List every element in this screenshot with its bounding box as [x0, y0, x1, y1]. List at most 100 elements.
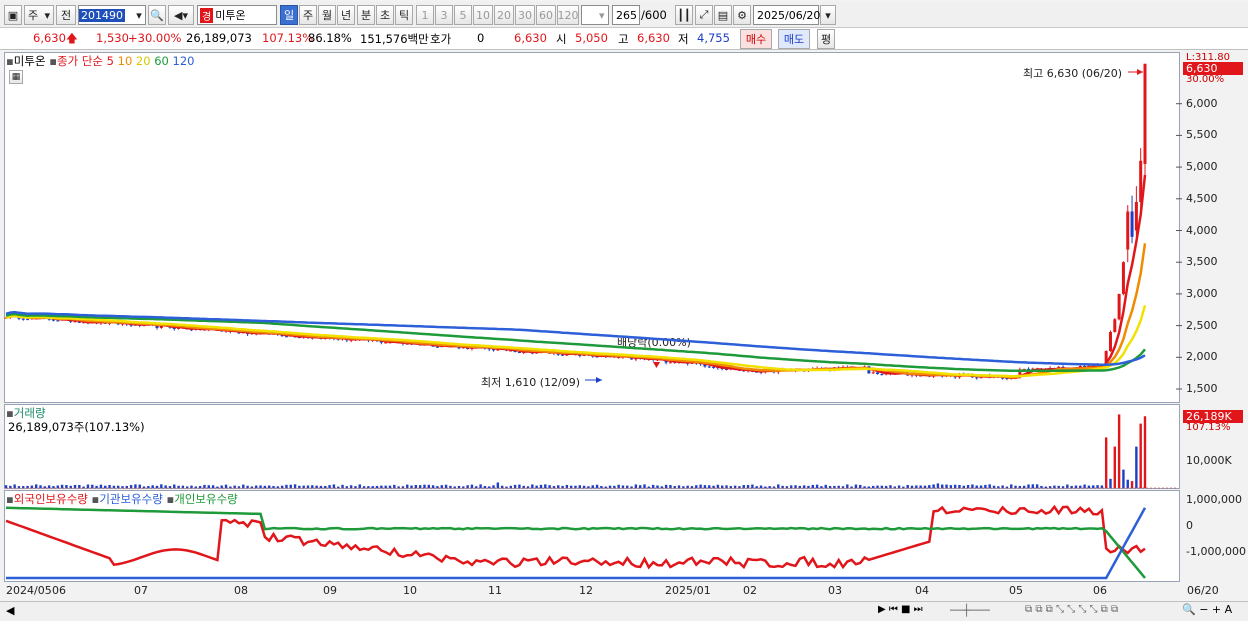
volume-bar	[60, 484, 64, 488]
volume-bar	[557, 485, 560, 488]
volume-bar	[522, 485, 525, 488]
volume-bar	[518, 484, 521, 488]
volume-bar	[1126, 479, 1129, 488]
volume-bar	[95, 485, 98, 488]
volume-bar	[867, 486, 871, 488]
candle-body	[707, 366, 711, 368]
volume-bar	[574, 485, 577, 488]
volume-bar	[13, 484, 16, 488]
volume-bar	[220, 485, 223, 488]
volume-bar	[626, 485, 629, 488]
volume-bar	[263, 485, 267, 488]
candle-body	[1126, 211, 1130, 250]
volume-bar	[431, 485, 435, 488]
volume-bar	[358, 484, 361, 488]
volume-bar	[406, 484, 409, 488]
volume-bar	[1113, 446, 1116, 488]
volume-bar	[1139, 423, 1142, 488]
candle-body	[1134, 201, 1138, 231]
volume-bar	[595, 484, 599, 488]
volume-bar	[181, 485, 185, 488]
volume-bar	[798, 485, 802, 488]
volume-bar	[418, 485, 422, 488]
volume-bar	[375, 485, 379, 488]
volume-bar	[1117, 414, 1121, 488]
volume-bar	[1022, 485, 1026, 488]
volume-bar	[751, 484, 754, 488]
volume-bar	[1130, 481, 1134, 488]
volume-bar	[470, 484, 474, 488]
inst-holdings-line	[6, 507, 1147, 580]
volume-bar	[267, 485, 271, 488]
foreign-holdings-line	[5, 504, 1146, 570]
candle-body	[1143, 63, 1147, 164]
volume-bar	[686, 485, 689, 488]
volume-bar	[56, 485, 59, 488]
volume-bar	[802, 485, 806, 488]
volume-bar	[992, 485, 996, 488]
volume-bar	[945, 484, 948, 488]
volume-bar	[1074, 485, 1078, 488]
candle-body	[668, 362, 672, 364]
volume-bar	[233, 485, 236, 488]
volume-bar	[716, 484, 720, 488]
volume-bar	[319, 485, 323, 488]
volume-bar	[328, 485, 331, 488]
volume-bar	[35, 484, 38, 488]
zoom-slider[interactable]: ──┼───	[950, 604, 990, 617]
volume-bar	[298, 485, 301, 488]
volume-bar	[285, 484, 288, 488]
volume-bar	[1035, 484, 1039, 488]
low-arrow-head	[596, 377, 602, 383]
ma10-line	[5, 243, 1147, 379]
volume-bar	[794, 485, 797, 488]
volume-bar	[86, 484, 90, 488]
volume-bar	[246, 485, 249, 488]
volume-bar	[349, 485, 353, 488]
chart-scrollbar[interactable]: ◀ ▶ ⏮ ■ ⏭ ──┼─── ⧉ ⧉ ⧉ ⤡ ⤡ ⤡ ⤡ ⧉ ⧉ 🔍 − +…	[0, 601, 1248, 621]
volume-bar	[259, 485, 262, 488]
volume-bar	[815, 484, 819, 488]
volume-bar	[211, 485, 215, 488]
volume-bar	[720, 485, 724, 488]
chart-tools-icons[interactable]: ⧉ ⧉ ⧉ ⤡ ⤡ ⤡ ⤡ ⧉ ⧉	[1025, 604, 1118, 615]
chart-window: ▣ 주 ▾ 전 201490 ▾ 🔍 ◀▾ 경 미투온 일 주 월 년 분 초 틱 …	[0, 0, 1248, 621]
volume-bar	[746, 484, 750, 488]
volume-bar	[703, 485, 707, 488]
volume-bar	[936, 483, 940, 488]
volume-bar	[1070, 485, 1073, 488]
volume-bar	[833, 485, 836, 488]
volume-bar	[664, 484, 668, 488]
volume-bar	[979, 485, 983, 488]
volume-bar	[621, 485, 625, 488]
volume-bar	[1083, 484, 1086, 488]
volume-bar	[129, 485, 133, 488]
candle-body	[384, 342, 388, 344]
scroll-left-icon[interactable]: ◀	[6, 604, 14, 617]
volume-bar	[535, 485, 538, 488]
volume-bar	[466, 485, 469, 488]
zoom-out-icon[interactable]: 🔍 − + A	[1182, 603, 1232, 616]
volume-bar	[742, 485, 745, 488]
volume-bar	[1100, 485, 1104, 488]
volume-bar	[781, 485, 784, 488]
volume-bar	[811, 484, 814, 488]
volume-bar	[1057, 485, 1060, 488]
volume-bar	[854, 484, 858, 488]
volume-bar	[1031, 484, 1035, 488]
volume-bar	[410, 485, 413, 488]
volume-bar	[393, 484, 396, 488]
volume-bar	[1104, 437, 1108, 488]
volume-bar	[617, 484, 620, 488]
volume-bar	[315, 485, 318, 488]
volume-bar	[457, 485, 461, 488]
candle-body	[517, 352, 521, 354]
candle-body	[1117, 293, 1121, 320]
volume-bar	[384, 485, 387, 488]
volume-bar	[311, 485, 314, 488]
volume-bar	[695, 485, 698, 488]
volume-bar	[427, 484, 431, 488]
candle-body	[26, 319, 30, 321]
playback-controls[interactable]: ▶ ⏮ ■ ⏭	[878, 604, 923, 615]
volume-bar	[332, 484, 336, 488]
